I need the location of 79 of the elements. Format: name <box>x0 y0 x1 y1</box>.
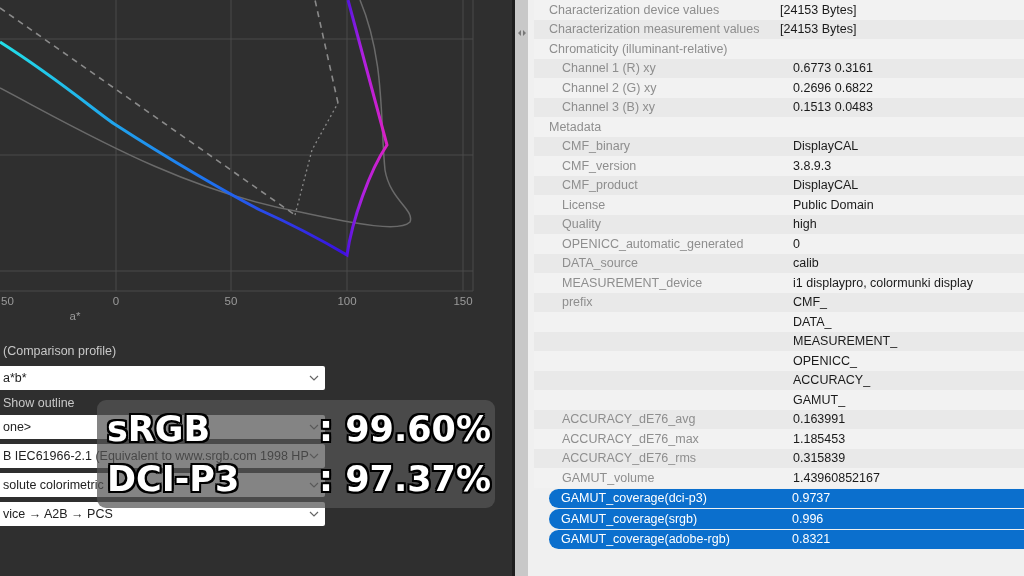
tag-value: GAMUT_ <box>793 392 846 407</box>
tag-name: Channel 1 (R) xy <box>561 61 657 76</box>
tag-name: Channel 2 (G) xy <box>561 80 658 95</box>
axis-tick-label: 50 <box>1 295 14 307</box>
tag-value: 1.185453 <box>793 431 846 446</box>
tag-value: 0.1513 0.0483 <box>793 100 873 115</box>
tag-value: [24153 Bytes] <box>780 22 857 37</box>
tag-value: 1.43960852167 <box>793 470 880 485</box>
tag-value: DisplayCAL <box>793 178 859 193</box>
tag-name: GAMUT_coverage(srgb) <box>560 511 699 526</box>
tag-name: CMF_product <box>561 178 639 193</box>
tag-name: DATA_source <box>561 256 639 271</box>
resize-arrows-icon <box>517 30 526 36</box>
tag-name: prefix <box>561 295 594 310</box>
tag-row[interactable]: prefix CMF_ <box>534 292 1024 312</box>
tag-row[interactable]: GAMUT_coverage(dci-p3) 0.9737 <box>549 488 1024 508</box>
tag-value: CMF_ <box>793 295 828 310</box>
tag-value: [24153 Bytes] <box>780 2 857 17</box>
tag-value: 3.8.9.3 <box>793 158 832 173</box>
axis-tick-label: 150 <box>453 295 473 307</box>
axis-tick-label: 0 <box>112 295 120 307</box>
chevron-down-icon <box>309 511 319 517</box>
tag-name: CMF_version <box>561 158 638 173</box>
tag-value: 0.163991 <box>793 412 846 427</box>
tag-value: 0.8321 <box>792 532 831 547</box>
tag-value: ACCURACY_ <box>793 373 871 388</box>
coverage-value: : 97.37% <box>319 462 491 496</box>
tag-name: Characterization device values <box>549 2 721 17</box>
tag-name: Characterization measurement values <box>549 22 761 37</box>
tag-name: MEASUREMENT_device <box>561 275 704 290</box>
tag-name: License <box>561 197 607 212</box>
tag-value: OPENICC_ <box>793 353 857 368</box>
tag-name: GAMUT_coverage(dci-p3) <box>560 491 708 506</box>
tag-row[interactable]: ACCURACY_dE76_rms 0.315839 <box>534 448 1024 468</box>
axis-tick-label: 100 <box>337 295 357 307</box>
view-select[interactable]: a*b* <box>0 366 325 390</box>
tag-value: i1 displaypro, colormunki display <box>793 275 973 290</box>
tag-row[interactable]: Characterization measurement values [24153 Bytes] <box>534 19 1024 39</box>
axis-tick-label: 50 <box>224 295 238 307</box>
tag-row[interactable]: CMF_product DisplayCAL <box>534 175 1024 195</box>
tag-name: Metadata <box>549 119 603 134</box>
panel-splitter[interactable] <box>512 0 528 576</box>
tag-name: ACCURACY_dE76_avg <box>561 412 697 427</box>
chevron-down-icon <box>309 375 319 381</box>
tag-row[interactable]: GAMUT_coverage(srgb) 0.996 <box>549 509 1024 529</box>
tag-name: Quality <box>561 217 602 232</box>
axis-label: a* <box>69 310 81 322</box>
tag-name: ACCURACY_dE76_rms <box>561 451 698 466</box>
tag-row[interactable]: Quality high <box>534 214 1024 234</box>
tag-value: calib <box>793 256 819 271</box>
tag-value: 0.9737 <box>792 491 831 506</box>
tag-row[interactable]: ACCURACY_dE76_avg 0.163991 <box>534 409 1024 429</box>
tag-name: GAMUT_coverage(adobe-rgb) <box>560 532 731 547</box>
comparison-profile-label: (Comparison profile) <box>2 343 118 360</box>
tag-value: DisplayCAL <box>793 139 859 154</box>
tag-row[interactable]: CMF_binary DisplayCAL <box>534 136 1024 156</box>
tag-name: OPENICC_automatic_generated <box>561 236 745 251</box>
tag-row[interactable]: ACCURACY_ <box>534 370 1024 390</box>
tag-name: Channel 3 (B) xy <box>561 100 657 115</box>
tag-name: Chromaticity (illuminant-relative) <box>549 41 729 56</box>
tag-value: high <box>793 217 817 232</box>
tag-value: 0.6773 0.3161 <box>793 61 873 76</box>
tag-row[interactable]: MEASUREMENT_ <box>534 331 1024 351</box>
tag-value: 0.996 <box>792 511 824 526</box>
tag-name: GAMUT_volume <box>561 470 656 485</box>
tag-value: 0.315839 <box>793 451 846 466</box>
gamut-name: DCI-P3 <box>107 462 240 496</box>
tag-value: DATA_ <box>793 314 832 329</box>
tag-value: 0.2696 0.6822 <box>793 80 873 95</box>
tag-row[interactable]: DATA_source calib <box>534 253 1024 273</box>
tag-name: CMF_binary <box>561 139 632 154</box>
tag-value: MEASUREMENT_ <box>793 334 898 349</box>
tag-row[interactable]: GAMUT_coverage(adobe-rgb) 0.8321 <box>549 529 1024 549</box>
tag-row[interactable]: Channel 1 (R) xy 0.6773 0.3161 <box>534 58 1024 78</box>
tag-value: 0 <box>793 236 800 251</box>
show-outline-label: Show outline <box>2 395 76 412</box>
tag-name: ACCURACY_dE76_max <box>561 431 700 446</box>
tag-row[interactable]: Channel 3 (B) xy 0.1513 0.0483 <box>534 97 1024 117</box>
tag-value: Public Domain <box>793 197 874 212</box>
